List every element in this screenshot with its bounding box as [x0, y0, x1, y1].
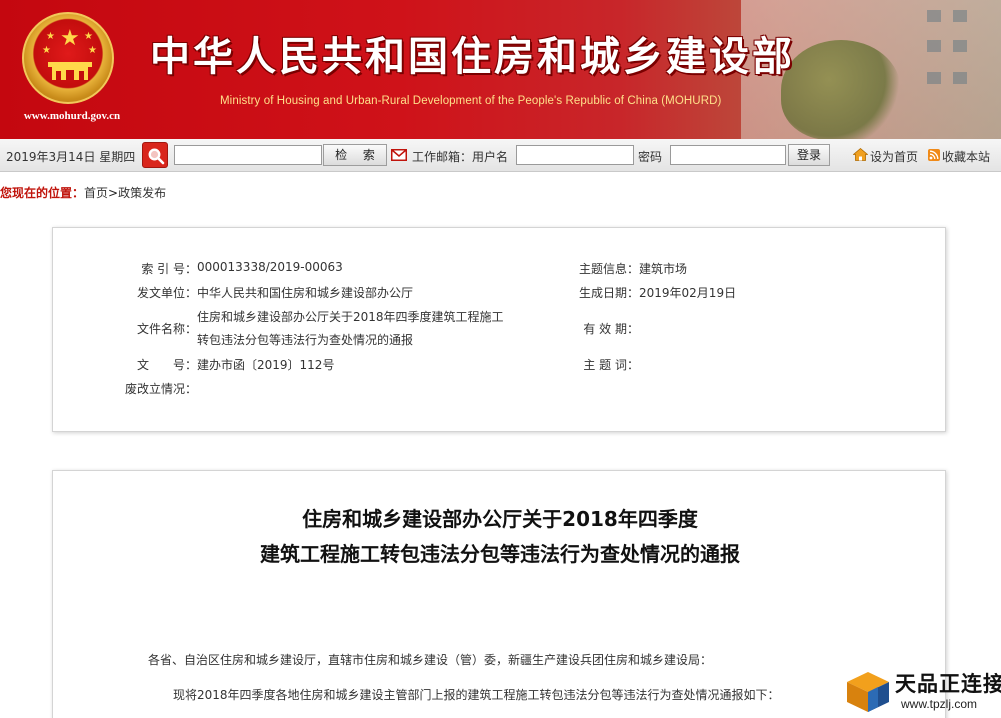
- issuer-value: 中华人民共和国住房和城乡建设部办公厅: [197, 286, 414, 300]
- banner-window: [927, 10, 941, 22]
- set-homepage-link[interactable]: 设为首页: [870, 148, 918, 165]
- article-title-line1: 住房和城乡建设部办公厅关于2018年四季度: [302, 507, 698, 531]
- search-icon-button[interactable]: [142, 142, 168, 168]
- index-number-value: 000013338/2019-00063: [197, 260, 343, 274]
- document-number-label: 文 号：: [136, 358, 197, 372]
- emblem-star-icon: ★: [60, 26, 80, 51]
- current-date: 2019年3月14日 星期四: [6, 150, 136, 164]
- national-emblem-icon: ★ ★ ★ ★ ★: [22, 12, 114, 104]
- work-mail-username-label: 工作邮箱：用户名: [412, 150, 509, 164]
- topic-info-value: 建筑市场: [639, 262, 688, 276]
- breadcrumb-home-link[interactable]: 首页: [84, 186, 108, 200]
- index-number-label: 索 引 号：: [141, 262, 197, 276]
- cube-logo-icon: [847, 672, 889, 712]
- bookmark-site-link[interactable]: 收藏本站: [942, 148, 990, 165]
- document-name-line1: 住房和城乡建设部办公厅关于2018年四季度建筑工程施工: [197, 310, 504, 324]
- emblem-star-icon: ★: [42, 45, 51, 56]
- breadcrumb-label: 您现在的位置：: [0, 186, 85, 200]
- topic-info-label: 主题信息：: [578, 262, 639, 276]
- rss-icon[interactable]: [928, 149, 940, 161]
- document-number-value: 建办市函〔2019〕112号: [197, 358, 335, 372]
- creation-date-value: 2019年02月19日: [639, 286, 737, 300]
- password-input[interactable]: [670, 145, 786, 165]
- username-input[interactable]: [516, 145, 634, 165]
- watermark-url: www.tpzlj.com: [901, 697, 978, 711]
- emblem-star-icon: ★: [46, 31, 55, 42]
- creation-date-label: 生成日期：: [578, 286, 639, 300]
- subject-keyword-label: 主 题 词：: [583, 358, 639, 372]
- login-button[interactable]: 登录: [788, 144, 830, 166]
- magnifier-icon: [148, 148, 165, 165]
- document-info-panel: 索 引 号： 000013338/2019-00063 主题信息： 建筑市场 发…: [52, 227, 946, 432]
- site-banner: ★ ★ ★ ★ ★ www.mohurd.gov.cn 中华人民共和国住房和城乡…: [0, 0, 1001, 139]
- home-icon[interactable]: [853, 148, 868, 161]
- issuer-label: 发文单位：: [136, 286, 197, 300]
- emblem-star-icon: ★: [88, 45, 97, 56]
- article-salutation: 各省、自治区住房和城乡建设厅，直辖市住房和城乡建设（管）委，新疆生产建设兵团住房…: [148, 653, 713, 667]
- search-button[interactable]: 检 索: [323, 144, 387, 166]
- banner-window: [953, 10, 967, 22]
- emblem-gate-icon: [48, 62, 92, 80]
- password-label: 密码: [638, 150, 663, 164]
- article-paragraph: 现将2018年四季度各地住房和城乡建设主管部门上报的建筑工程施工转包违法分包等违…: [173, 688, 780, 702]
- site-watermark: 天品正连接 www.tpzlj.com: [845, 666, 1001, 718]
- document-name-line2: 转包违法分包等违法行为查处情况的通报: [197, 333, 414, 347]
- site-title: 中华人民共和国住房和城乡建设部: [150, 34, 795, 80]
- banner-window: [927, 72, 941, 84]
- search-input[interactable]: [174, 145, 322, 165]
- banner-tree-image: [781, 40, 901, 139]
- breadcrumb-current[interactable]: 政策发布: [118, 186, 166, 200]
- revision-status-label: 废改立情况：: [124, 382, 197, 396]
- site-subtitle: Ministry of Housing and Urban-Rural Deve…: [220, 95, 722, 107]
- article-panel: 住房和城乡建设部办公厅关于2018年四季度 建筑工程施工转包违法分包等违法行为查…: [52, 470, 946, 718]
- banner-window: [927, 40, 941, 52]
- validity-label: 有 效 期：: [583, 322, 639, 336]
- breadcrumb: 您现在的位置：首页>政策发布: [0, 184, 166, 201]
- envelope-icon: [391, 149, 407, 161]
- breadcrumb-separator: >: [108, 186, 119, 200]
- top-toolbar: 2019年3月14日 星期四 检 索 工作邮箱：用户名 密码 登录 设为首页 收…: [0, 139, 1001, 172]
- watermark-name: 天品正连接: [895, 672, 1001, 696]
- emblem-star-icon: ★: [84, 31, 93, 42]
- banner-window: [953, 40, 967, 52]
- banner-window: [953, 72, 967, 84]
- article-title-line2: 建筑工程施工转包违法分包等违法行为查处情况的通报: [260, 542, 740, 566]
- site-url: www.mohurd.gov.cn: [23, 110, 121, 122]
- document-name-label: 文件名称：: [136, 322, 197, 336]
